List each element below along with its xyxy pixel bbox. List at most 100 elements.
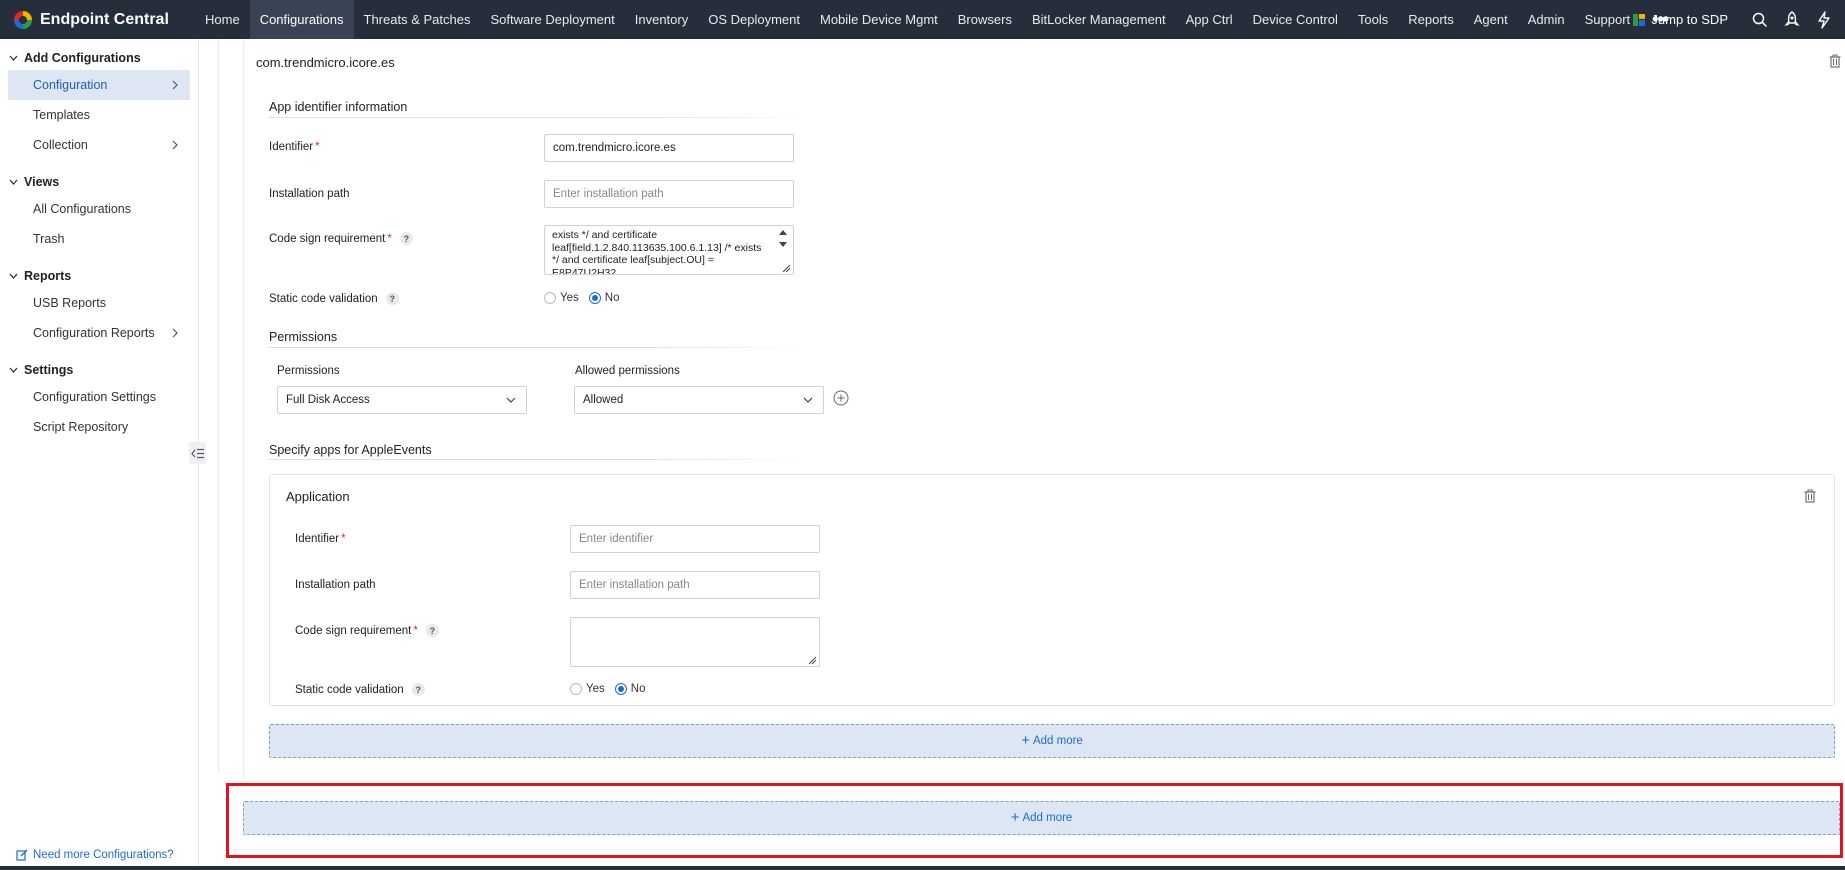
installation-path-label: Installation path bbox=[269, 188, 350, 200]
nav-app-ctrl[interactable]: App Ctrl bbox=[1176, 0, 1243, 39]
search-icon[interactable] bbox=[1751, 11, 1769, 29]
nav-configurations[interactable]: Configurations bbox=[249, 0, 354, 39]
rocket-icon[interactable] bbox=[1783, 10, 1801, 29]
delete-app-trash-icon[interactable] bbox=[1829, 54, 1841, 71]
nav-mobile-device-mgmt[interactable]: Mobile Device Mgmt bbox=[810, 0, 948, 39]
resize-handle-icon[interactable] bbox=[781, 263, 791, 273]
sidebar: Add Configurations Configuration Templates… bbox=[0, 39, 199, 870]
brand-name: Endpoint Central bbox=[40, 10, 169, 28]
jump-to-sdp-button[interactable]: Jump to SDP bbox=[1633, 12, 1728, 27]
chevron-down-icon bbox=[9, 367, 19, 373]
ae-code-sign-textarea[interactable] bbox=[570, 617, 820, 667]
chevron-down-icon bbox=[803, 397, 813, 403]
no-radio[interactable] bbox=[588, 292, 601, 304]
sidebar-group: Reports USB Reports Configuration Reports bbox=[0, 267, 198, 348]
nav-tools[interactable]: Tools bbox=[1348, 0, 1398, 39]
ae-installation-path-label: Installation path bbox=[295, 579, 376, 591]
nav-home[interactable]: Home bbox=[195, 0, 250, 39]
nav-bitlocker-management[interactable]: BitLocker Management bbox=[1022, 0, 1176, 39]
sidebar-item-usb-reports[interactable]: USB Reports bbox=[8, 288, 190, 318]
identifier-label: Identifier * bbox=[269, 141, 320, 153]
permissions-select[interactable]: Full Disk Access bbox=[277, 386, 527, 414]
sidebar-item-trash[interactable]: Trash bbox=[8, 224, 190, 254]
outer-add-more-label: Add more bbox=[1022, 812, 1073, 824]
content-divider bbox=[218, 39, 219, 773]
help-icon[interactable]: ? bbox=[411, 683, 425, 696]
sidebar-group-title-text: Views bbox=[24, 175, 60, 189]
help-icon[interactable]: ? bbox=[399, 232, 413, 245]
sidebar-group-title[interactable]: Settings bbox=[0, 361, 198, 379]
sidebar-item-label: Configuration Settings bbox=[33, 390, 156, 404]
ae-add-more-button[interactable]: + Add more bbox=[269, 724, 1835, 758]
ae-no-radio[interactable] bbox=[614, 683, 627, 695]
sidebar-group: Add Configurations Configuration Templates… bbox=[0, 49, 198, 160]
allowed-permissions-select[interactable]: Allowed bbox=[574, 386, 824, 414]
sidebar-item-all-configurations[interactable]: All Configurations bbox=[8, 194, 190, 224]
sidebar-group-title[interactable]: Views bbox=[0, 173, 198, 191]
delete-application-trash-icon[interactable] bbox=[1804, 489, 1816, 506]
static-code-validation-radio-group: Yes No bbox=[544, 292, 629, 304]
sidebar-group: Views All Configurations Trash bbox=[0, 173, 198, 254]
plus-icon: + bbox=[1010, 809, 1020, 826]
nav-support[interactable]: Support bbox=[1575, 0, 1641, 39]
section-divider bbox=[269, 459, 807, 460]
brand[interactable]: Endpoint Central bbox=[0, 0, 195, 39]
allowed-permissions-select-value: Allowed bbox=[583, 394, 624, 406]
code-sign-textarea[interactable] bbox=[544, 225, 794, 275]
sidebar-item-script-repository[interactable]: Script Repository bbox=[8, 412, 190, 442]
identifier-input[interactable] bbox=[544, 134, 794, 162]
sidebar-item-label: USB Reports bbox=[33, 296, 106, 310]
nav-browsers[interactable]: Browsers bbox=[948, 0, 1022, 39]
required-asterisk: * bbox=[315, 141, 320, 153]
edit-icon bbox=[16, 849, 28, 861]
sidebar-item-collection[interactable]: Collection bbox=[8, 130, 190, 160]
installation-path-input[interactable] bbox=[544, 180, 794, 208]
sidebar-item-configuration-reports[interactable]: Configuration Reports bbox=[8, 318, 190, 348]
header-actions: Jump to SDP bbox=[1633, 0, 1845, 39]
sidebar-group-title[interactable]: Add Configurations bbox=[0, 49, 198, 67]
top-navigation-bar: Endpoint Central Home Configurations Threa… bbox=[0, 0, 1845, 39]
ae-installation-path-input[interactable] bbox=[570, 571, 820, 599]
nav-software-deployment[interactable]: Software Deployment bbox=[480, 0, 624, 39]
chevron-right-icon bbox=[172, 328, 178, 338]
plus-icon: + bbox=[1021, 732, 1030, 749]
help-icon[interactable]: ? bbox=[425, 624, 439, 637]
nav-device-control[interactable]: Device Control bbox=[1243, 0, 1348, 39]
required-asterisk: * bbox=[413, 624, 418, 637]
scroll-up-icon[interactable] bbox=[778, 229, 788, 236]
nav-inventory[interactable]: Inventory bbox=[625, 0, 698, 39]
ae-static-code-validation-text: Static code validation bbox=[295, 683, 404, 696]
permissions-section-title: Permissions bbox=[269, 330, 338, 344]
collapse-sidebar-button[interactable] bbox=[189, 442, 206, 464]
ae-yes-radio-label: Yes bbox=[586, 683, 605, 695]
help-icon[interactable]: ? bbox=[385, 292, 399, 305]
sidebar-item-configuration[interactable]: Configuration bbox=[8, 70, 190, 100]
ae-identifier-label: Identifier * bbox=[295, 533, 346, 545]
sidebar-group-title-text: Reports bbox=[24, 269, 72, 283]
sidebar-group-title-text: Add Configurations bbox=[24, 51, 141, 65]
need-more-configurations-link[interactable]: Need more Configurations? bbox=[16, 849, 174, 861]
nav-threats-patches[interactable]: Threats & Patches bbox=[354, 0, 481, 39]
scroll-down-icon[interactable] bbox=[778, 241, 788, 248]
section-divider bbox=[269, 347, 807, 348]
ae-identifier-input[interactable] bbox=[570, 525, 820, 553]
add-permission-plus-icon[interactable] bbox=[833, 390, 849, 406]
resize-handle-icon[interactable] bbox=[807, 655, 817, 665]
chevron-down-icon bbox=[506, 397, 516, 403]
ae-yes-radio[interactable] bbox=[570, 683, 582, 695]
lightning-icon[interactable] bbox=[1815, 10, 1833, 29]
sidebar-item-configuration-settings[interactable]: Configuration Settings bbox=[8, 382, 190, 412]
no-radio-label: No bbox=[604, 292, 620, 304]
yes-radio[interactable] bbox=[544, 292, 556, 304]
sidebar-group-title[interactable]: Reports bbox=[0, 267, 198, 285]
nav-os-deployment[interactable]: OS Deployment bbox=[698, 0, 810, 39]
code-sign-label-text: Code sign requirement bbox=[269, 232, 386, 245]
nav-reports[interactable]: Reports bbox=[1398, 0, 1464, 39]
sidebar-item-label: Configuration Reports bbox=[33, 326, 155, 340]
sidebar-item-templates[interactable]: Templates bbox=[8, 100, 190, 130]
nav-agent[interactable]: Agent bbox=[1464, 0, 1518, 39]
allowed-permissions-label: Allowed permissions bbox=[575, 365, 680, 377]
outer-add-more-button[interactable]: + Add more bbox=[243, 801, 1840, 835]
nav-admin[interactable]: Admin bbox=[1518, 0, 1575, 39]
ae-code-sign-label-text: Code sign requirement bbox=[295, 624, 412, 637]
